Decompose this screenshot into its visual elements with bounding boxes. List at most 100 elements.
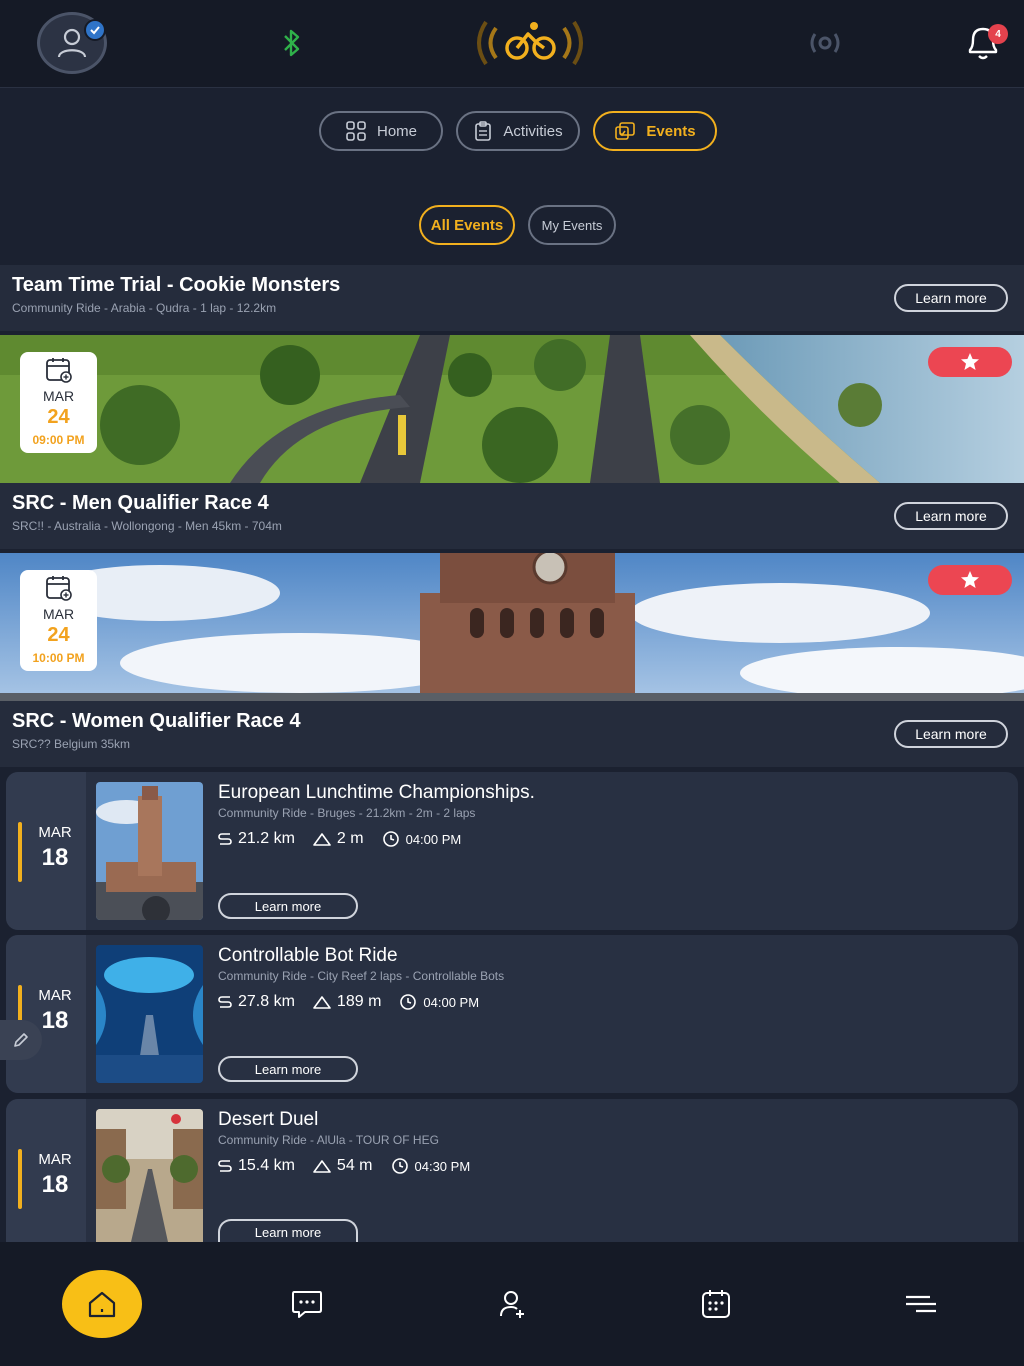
chat-button[interactable]: [290, 1288, 324, 1325]
subtab-all-events[interactable]: All Events: [419, 205, 515, 245]
featured-event-subtitle: SRC?? Belgium 35km: [12, 737, 131, 751]
time-stat: 04:30 PM: [391, 1157, 471, 1175]
featured-event-subtitle: Community Ride - Arabia - Qudra - 1 lap …: [12, 301, 277, 315]
verified-check-icon: [84, 19, 106, 41]
clipboard-icon: [475, 121, 492, 141]
elevation-stat: 54 m: [313, 1157, 373, 1175]
mountain-icon: [313, 1160, 331, 1173]
elevation-stat: 2 m: [313, 830, 364, 848]
calendar-add-icon: [45, 358, 72, 383]
event-thumbnail: [96, 782, 203, 920]
time-value: 04:00 PM: [405, 831, 462, 847]
event-time: 09:00 PM: [32, 433, 85, 447]
learn-more-button[interactable]: Learn more: [218, 1056, 358, 1082]
add-friend-button[interactable]: [496, 1288, 528, 1325]
route-icon: [218, 996, 232, 1008]
clock-icon: [382, 831, 399, 847]
grid-icon: [346, 121, 366, 141]
favorite-button[interactable]: [928, 347, 1012, 377]
tab-home[interactable]: Home: [319, 111, 443, 151]
elevation-value: 2 m: [336, 830, 364, 847]
aerial-road-landscape: [0, 335, 1024, 483]
clock-icon: [400, 994, 417, 1010]
favorite-button[interactable]: [928, 565, 1012, 595]
clock-icon: [391, 1158, 408, 1174]
tab-home-label: Home: [376, 122, 417, 140]
event-month: MAR: [38, 1151, 72, 1168]
event-month: MAR: [38, 824, 72, 841]
time-value: 04:00 PM: [423, 994, 480, 1010]
route-icon: [218, 833, 232, 845]
profile-avatar[interactable]: [37, 12, 107, 74]
calendar-icon: [702, 1290, 730, 1318]
featured-event-title: Team Time Trial - Cookie Monsters: [12, 274, 341, 296]
learn-more-button[interactable]: Learn more: [894, 720, 1008, 748]
pencil-icon: [14, 1033, 28, 1047]
event-list-item[interactable]: MAR 18 European Lunchtime Championships.…: [6, 772, 1018, 930]
event-day: 24: [47, 406, 70, 428]
bottom-nav: [0, 1242, 1024, 1366]
menu-icon: [906, 1295, 936, 1313]
featured-event-banner[interactable]: MAR 24 09:00 PM: [0, 335, 1024, 483]
distance-stat: 27.8 km: [218, 993, 295, 1011]
subtab-my-events[interactable]: My Events: [528, 205, 616, 245]
learn-more-button[interactable]: Learn more: [218, 1219, 358, 1242]
distance-value: 15.4 km: [238, 1157, 295, 1174]
notification-badge: 4: [988, 24, 1008, 44]
featured-event-title: SRC - Men Qualifier Race 4: [12, 492, 269, 514]
event-title: Desert Duel: [218, 1109, 319, 1130]
star-icon: [961, 571, 979, 588]
learn-more-button[interactable]: Learn more: [894, 502, 1008, 530]
event-day: 24: [47, 624, 70, 646]
star-icon: [961, 353, 979, 370]
mountain-icon: [313, 833, 331, 846]
event-list-item[interactable]: MAR 18 Controllable Bot Ride Community R…: [6, 935, 1018, 1093]
event-day: 18: [41, 844, 69, 871]
time-value: 04:30 PM: [414, 1158, 471, 1174]
learn-more-button[interactable]: Learn more: [894, 284, 1008, 312]
event-date-column: MAR 18: [6, 935, 86, 1093]
home-button[interactable]: [62, 1270, 142, 1338]
calendar-add-icon: [45, 576, 72, 601]
event-month: MAR: [42, 388, 75, 404]
edit-handle[interactable]: [0, 1020, 42, 1060]
event-subtitle: Community Ride - Bruges - 21.2km - 2m - …: [218, 806, 476, 820]
add-user-icon: [500, 1291, 524, 1318]
bluetooth-icon[interactable]: [278, 27, 306, 64]
mountain-icon: [313, 996, 331, 1009]
distance-stat: 15.4 km: [218, 1157, 295, 1175]
events-icon: [615, 122, 636, 140]
event-title: Controllable Bot Ride: [218, 945, 398, 966]
time-stat: 04:00 PM: [382, 830, 462, 848]
distance-value: 21.2 km: [238, 830, 295, 847]
tab-events[interactable]: Events: [593, 111, 717, 151]
menu-button[interactable]: [904, 1288, 938, 1325]
event-stats: 27.8 km 189 m 04:00 PM: [218, 993, 479, 1011]
event-date-column: MAR 18: [6, 1099, 86, 1242]
main-nav: Home Activities Events: [0, 111, 1024, 151]
event-date-card: MAR 24 09:00 PM: [20, 352, 97, 453]
featured-event-header: SRC - Men Qualifier Race 4 SRC!! - Austr…: [0, 483, 1024, 549]
accent-bar: [18, 1149, 22, 1209]
top-bar: 4: [0, 0, 1024, 88]
event-date-column: MAR 18: [6, 772, 86, 930]
tab-activities[interactable]: Activities: [456, 111, 580, 151]
accent-bar: [18, 822, 22, 882]
featured-event-banner[interactable]: MAR 24 10:00 PM: [0, 553, 1024, 701]
featured-event-header: SRC - Women Qualifier Race 4 SRC?? Belgi…: [0, 701, 1024, 767]
event-list-item[interactable]: MAR 18 Desert Duel Community Ride - AlUl…: [6, 1099, 1018, 1242]
event-time: 10:00 PM: [32, 651, 85, 665]
tab-activities-label: Activities: [503, 122, 563, 140]
event-stats: 21.2 km 2 m 04:00 PM: [218, 830, 461, 848]
event-thumbnail: [96, 1109, 203, 1242]
sensor-icon[interactable]: [804, 22, 846, 69]
home-icon: [88, 1291, 116, 1318]
event-subtitle: Community Ride - AlUla - TOUR OF HEG: [218, 1133, 439, 1147]
event-thumbnail: [96, 945, 203, 1083]
event-subtitle: Community Ride - City Reef 2 laps - Cont…: [218, 969, 505, 983]
notifications-button[interactable]: 4: [962, 20, 1008, 69]
elevation-value: 189 m: [336, 993, 382, 1010]
featured-event-title: SRC - Women Qualifier Race 4: [12, 710, 301, 732]
calendar-button[interactable]: [700, 1288, 732, 1325]
learn-more-button[interactable]: Learn more: [218, 893, 358, 919]
